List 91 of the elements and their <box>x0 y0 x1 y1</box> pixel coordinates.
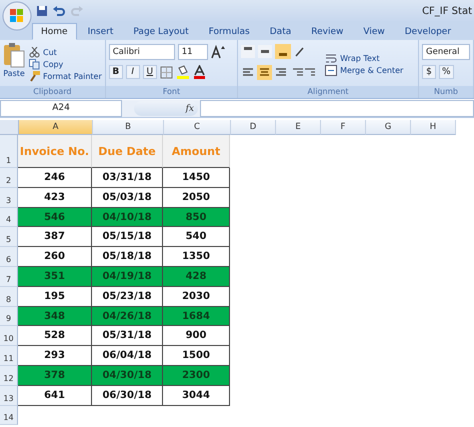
row-header[interactable]: 9 <box>0 306 18 326</box>
underline-button[interactable]: U <box>142 65 157 79</box>
insert-function-button[interactable]: fx <box>186 104 194 114</box>
row-header[interactable]: 8 <box>0 286 18 307</box>
table-cell: 378 <box>18 366 92 386</box>
format-painter-button[interactable]: Format Painter <box>29 70 102 82</box>
wrap-text-button[interactable]: Wrap Text <box>325 52 404 64</box>
row-header[interactable]: 5 <box>0 227 18 248</box>
table-cell: 03/31/18 <box>92 168 163 188</box>
ribbon-tab[interactable]: Developer <box>396 23 460 40</box>
table-cell: 900 <box>163 326 230 346</box>
column-header[interactable]: D <box>231 120 276 135</box>
clipboard-icon <box>3 42 25 68</box>
undo-icon[interactable] <box>52 5 66 17</box>
table-cell: 3044 <box>163 386 230 406</box>
bold-button[interactable]: B <box>108 65 123 79</box>
merge-center-button[interactable]: Merge & Center <box>325 64 404 76</box>
font-size-field[interactable]: 11 <box>178 44 208 60</box>
table-cell: 641 <box>18 386 92 406</box>
row-header[interactable]: 7 <box>0 266 18 287</box>
ribbon-tab[interactable]: Page Layout <box>124 23 198 40</box>
fill-color-icon[interactable] <box>176 65 190 79</box>
table-cell: 04/26/18 <box>92 306 163 326</box>
row-header[interactable]: 6 <box>0 247 18 267</box>
row-header[interactable]: 2 <box>0 168 18 188</box>
number-format-field[interactable]: General <box>422 44 470 60</box>
table-cell: 1450 <box>163 168 230 188</box>
column-header[interactable]: F <box>321 120 366 135</box>
paintbrush-icon <box>29 70 40 82</box>
group-label: Font <box>106 86 238 98</box>
column-header[interactable]: B <box>93 120 164 135</box>
column-header[interactable]: G <box>366 120 411 135</box>
table-cell: 05/31/18 <box>92 326 163 346</box>
table-cell: 540 <box>163 227 230 248</box>
cut-button[interactable]: Cut <box>29 46 102 58</box>
table-cell: 06/30/18 <box>92 386 163 406</box>
ribbon-tab[interactable]: Data <box>260 23 300 40</box>
formula-field[interactable] <box>200 100 474 117</box>
font-name-field[interactable]: Calibri <box>108 44 175 60</box>
row-header[interactable]: 3 <box>0 188 18 208</box>
row-header[interactable]: 11 <box>0 346 18 366</box>
table-cell: 428 <box>163 266 230 287</box>
wrap-text-icon <box>325 52 338 64</box>
copy-icon <box>29 58 40 70</box>
table-header-cell: Amount <box>163 135 230 168</box>
column-header[interactable]: A <box>19 120 93 135</box>
italic-button[interactable]: I <box>126 65 140 79</box>
table-cell: 04/10/18 <box>92 208 163 228</box>
table-cell: 546 <box>18 208 92 228</box>
borders-icon[interactable] <box>160 66 173 78</box>
table-cell: 2300 <box>163 366 230 386</box>
row-header[interactable]: 4 <box>0 208 18 228</box>
copy-button[interactable]: Copy <box>29 58 102 70</box>
ribbon-tab[interactable]: Formulas <box>200 23 259 40</box>
currency-button[interactable]: $ <box>422 65 436 79</box>
row-header[interactable]: 10 <box>0 326 18 346</box>
ribbon-tab[interactable]: Review <box>302 23 352 40</box>
row-header[interactable]: 14 <box>0 406 18 426</box>
row-header[interactable]: 13 <box>0 386 18 406</box>
table-cell: 05/15/18 <box>92 227 163 248</box>
font-color-icon[interactable] <box>192 65 206 79</box>
table-cell: 04/30/18 <box>92 366 163 386</box>
ribbon-tab[interactable]: Home <box>32 23 77 40</box>
percent-button[interactable]: % <box>439 65 454 79</box>
ribbon-tab[interactable]: View <box>354 23 394 40</box>
group-label: Clipboard <box>0 86 105 98</box>
scissors-icon <box>29 46 40 58</box>
group-label: Alignment <box>238 86 418 98</box>
column-header[interactable]: H <box>411 120 456 135</box>
column-header[interactable]: E <box>276 120 321 135</box>
row-header[interactable]: 1 <box>0 135 18 168</box>
column-header[interactable]: C <box>164 120 231 135</box>
group-label: Numb <box>419 86 473 98</box>
table-cell: 348 <box>18 306 92 326</box>
merge-cells-icon <box>325 64 338 76</box>
table-cell: 04/19/18 <box>92 266 163 287</box>
table-cell: 387 <box>18 227 92 248</box>
grow-font-icon[interactable] <box>210 45 225 59</box>
table-cell: 850 <box>163 208 230 228</box>
row-header[interactable]: 12 <box>0 366 18 386</box>
table-cell: 528 <box>18 326 92 346</box>
window-title: CF_IF Stat <box>422 6 473 16</box>
table-cell: 1684 <box>163 306 230 326</box>
ribbon-tab[interactable]: Insert <box>78 23 122 40</box>
save-icon[interactable] <box>36 5 48 17</box>
paste-button[interactable]: Paste <box>3 42 25 86</box>
table-header-cell: Invoice No. <box>18 135 92 168</box>
table-cell: 351 <box>18 266 92 287</box>
name-box[interactable]: A24 <box>0 100 122 117</box>
table-header-cell: Due Date <box>92 135 163 168</box>
table-cell: 246 <box>18 168 92 188</box>
